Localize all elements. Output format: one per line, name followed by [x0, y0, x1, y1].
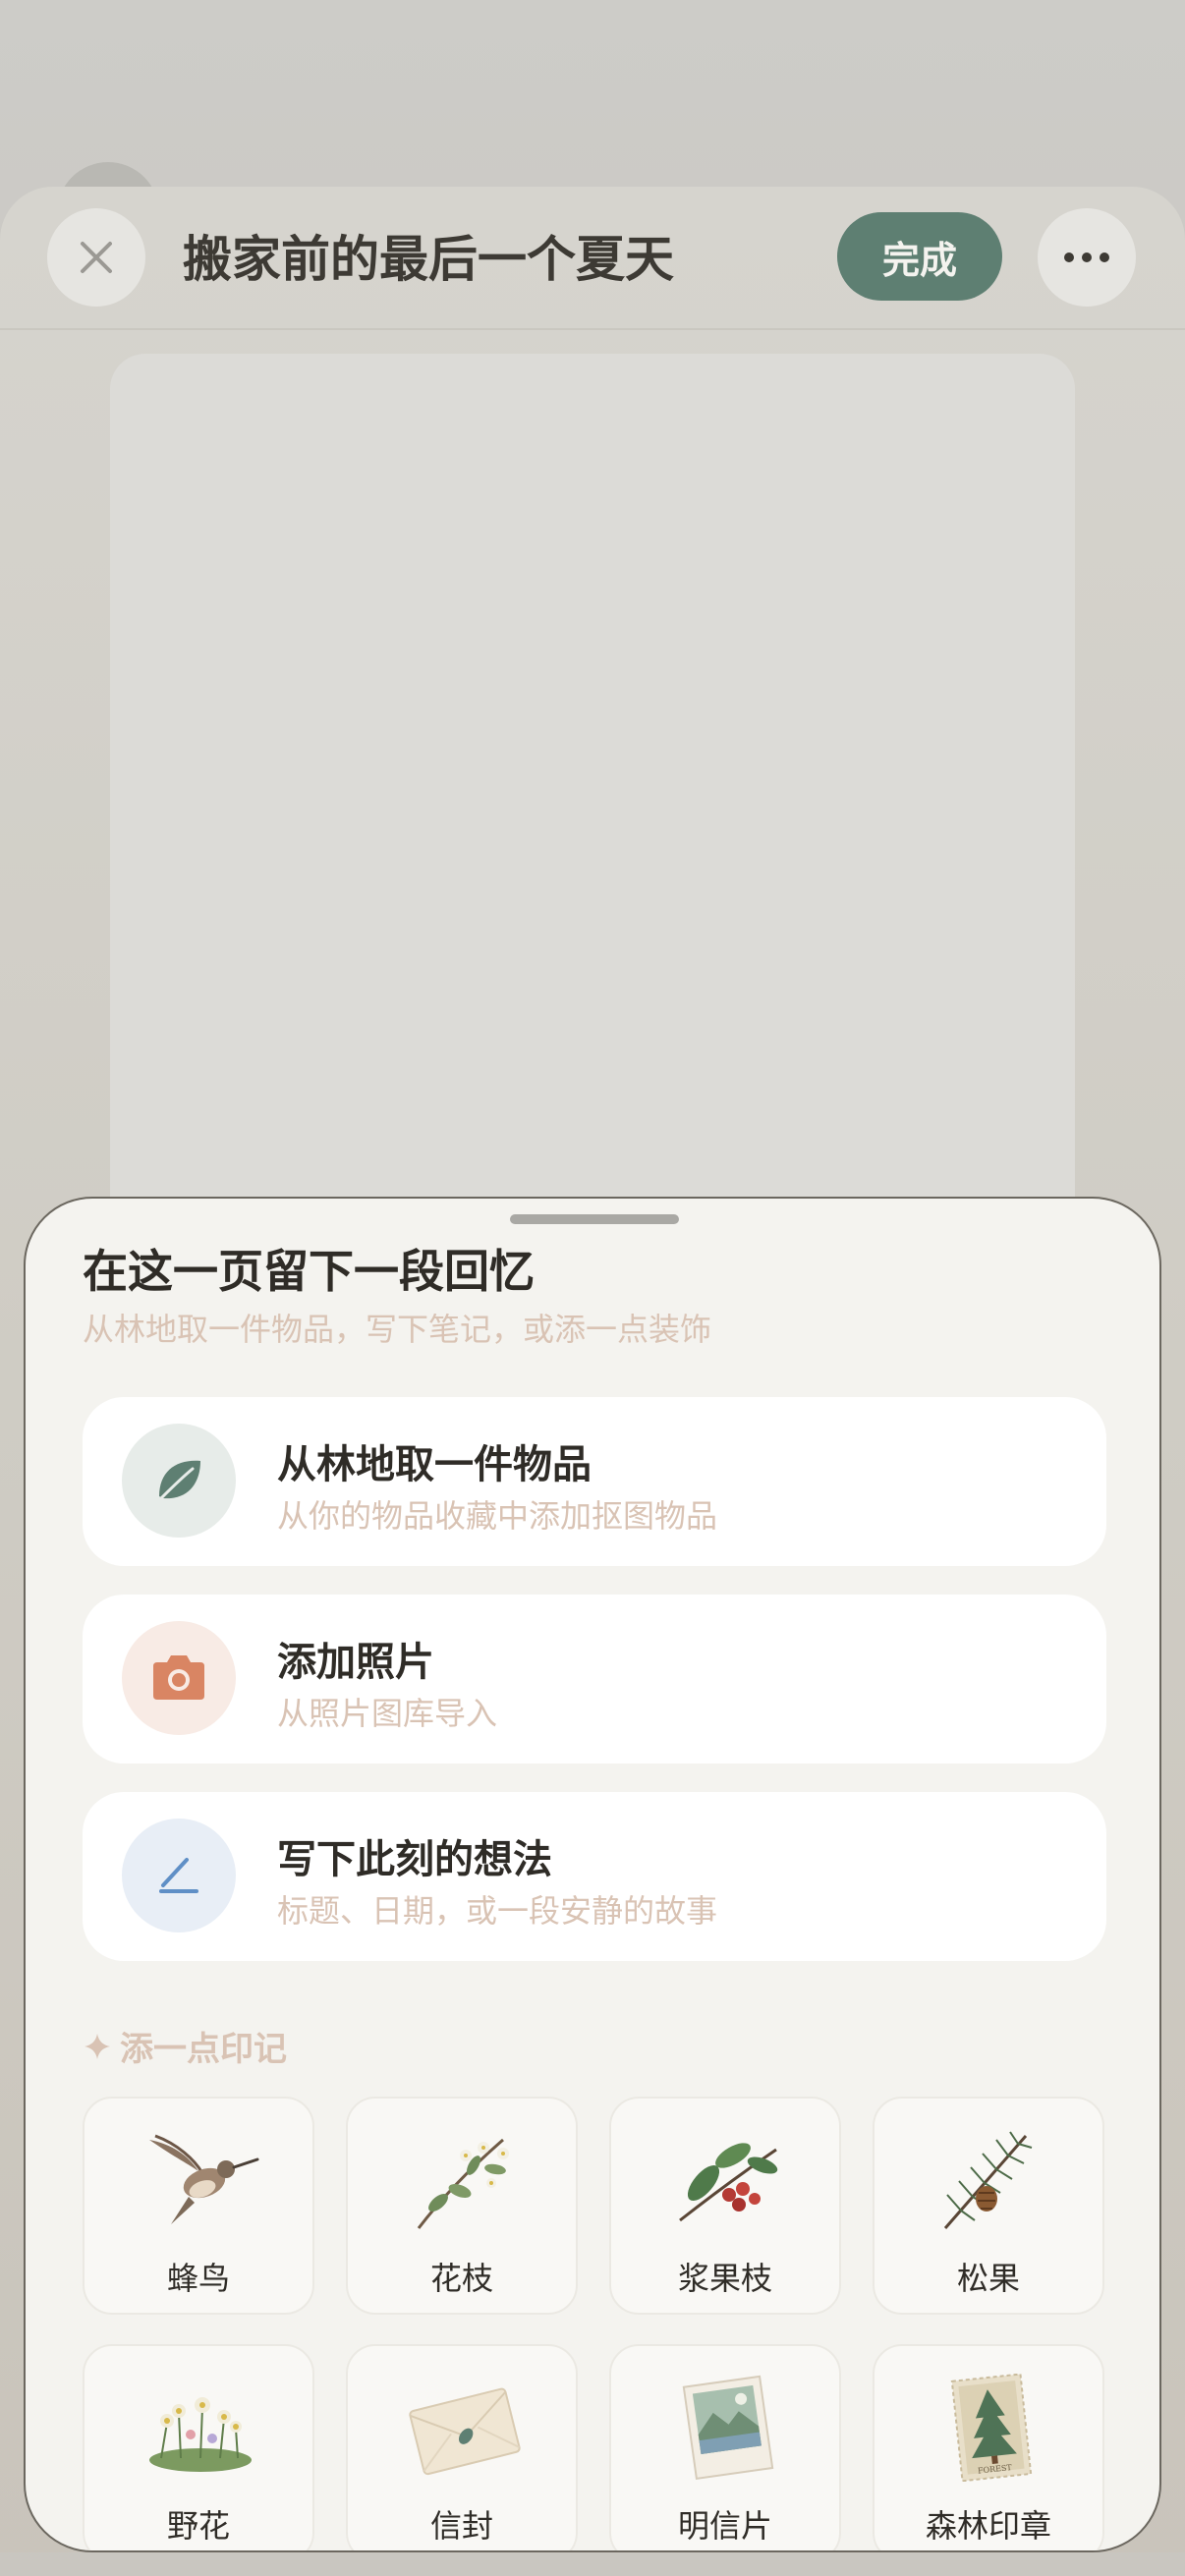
hummingbird-icon	[149, 2134, 259, 2224]
close-button[interactable]	[47, 208, 145, 307]
pinecone-icon	[943, 2131, 1033, 2229]
camera-icon-badge	[122, 1621, 236, 1735]
sheet-title: 在这一页留下一段回忆	[83, 1245, 535, 1298]
stamp-label: 森林印章	[925, 2507, 1051, 2545]
leaf-icon-badge	[122, 1424, 236, 1538]
scrapbook-page-canvas[interactable]	[110, 354, 1075, 1336]
stamp-postcard[interactable]: 明信片	[609, 2344, 841, 2550]
camera-icon	[153, 1655, 204, 1700]
write-note-title: 写下此刻的想法	[277, 1837, 552, 1882]
home-indicator-area	[0, 2552, 1185, 2576]
page-title: 搬家前的最后一个夏天	[183, 231, 674, 288]
wildflowers-icon	[149, 2397, 252, 2472]
stamp-envelope[interactable]: 信封	[346, 2344, 578, 2550]
stamp-label: 野花	[166, 2507, 230, 2545]
envelope-icon	[409, 2387, 521, 2476]
leaf-icon	[159, 1460, 200, 1500]
postcard-icon	[682, 2375, 774, 2480]
stamp-label: 信封	[429, 2507, 493, 2545]
stamp-forest-seal[interactable]: FOREST 森林印章	[873, 2344, 1104, 2550]
pen-icon-badge	[122, 1819, 236, 1932]
stamp-berry-branch[interactable]: 浆果枝	[609, 2097, 841, 2315]
stamp-hummingbird[interactable]: 蜂鸟	[83, 2097, 314, 2315]
stamp-label: 花枝	[429, 2260, 493, 2297]
close-icon	[81, 242, 112, 273]
add-item-card[interactable]: 从林地取一件物品 从你的物品收藏中添加抠图物品	[83, 1397, 1106, 1566]
stamp-label: 浆果枝	[677, 2260, 772, 2297]
sheet-grabber[interactable]	[510, 1214, 679, 1224]
add-item-title: 从林地取一件物品	[277, 1442, 592, 1487]
stamp-label: 蜂鸟	[166, 2260, 230, 2297]
sheet-subtitle: 从林地取一件物品，写下笔记，或添一点装饰	[83, 1311, 712, 1348]
forest-stamp-icon: FOREST	[950, 2374, 1033, 2482]
stamps-heading: 添一点印记	[83, 2022, 287, 2070]
more-button[interactable]	[1038, 208, 1136, 307]
flower-branch-icon	[417, 2138, 509, 2229]
add-memory-sheet: 在这一页留下一段回忆 从林地取一件物品，写下笔记，或添一点装饰 从林地取一件物品…	[24, 1197, 1161, 2552]
write-note-card[interactable]: 写下此刻的想法 标题、日期，或一段安静的故事	[83, 1792, 1106, 1961]
stamp-flower-branch[interactable]: 花枝	[346, 2097, 578, 2315]
stamp-pinecone[interactable]: 松果	[873, 2097, 1104, 2315]
stamps-heading-label: 添一点印记	[120, 2030, 287, 2069]
sparkle-icon	[85, 2033, 110, 2059]
stamp-wildflowers[interactable]: 野花	[83, 2344, 314, 2550]
stamp-label: 明信片	[677, 2507, 772, 2545]
more-icon	[1064, 252, 1109, 262]
berry-branch-icon	[679, 2143, 778, 2222]
stamp-label: 松果	[956, 2260, 1020, 2297]
add-photo-title: 添加照片	[277, 1640, 434, 1685]
header-divider	[0, 328, 1185, 330]
add-item-subtitle: 从你的物品收藏中添加抠图物品	[277, 1497, 718, 1535]
add-photo-card[interactable]: 添加照片 从照片图库导入	[83, 1595, 1106, 1764]
pen-icon	[159, 1858, 198, 1893]
write-note-subtitle: 标题、日期，或一段安静的故事	[277, 1892, 718, 1930]
add-photo-subtitle: 从照片图库导入	[277, 1695, 498, 1732]
done-button[interactable]: 完成	[837, 212, 1002, 301]
